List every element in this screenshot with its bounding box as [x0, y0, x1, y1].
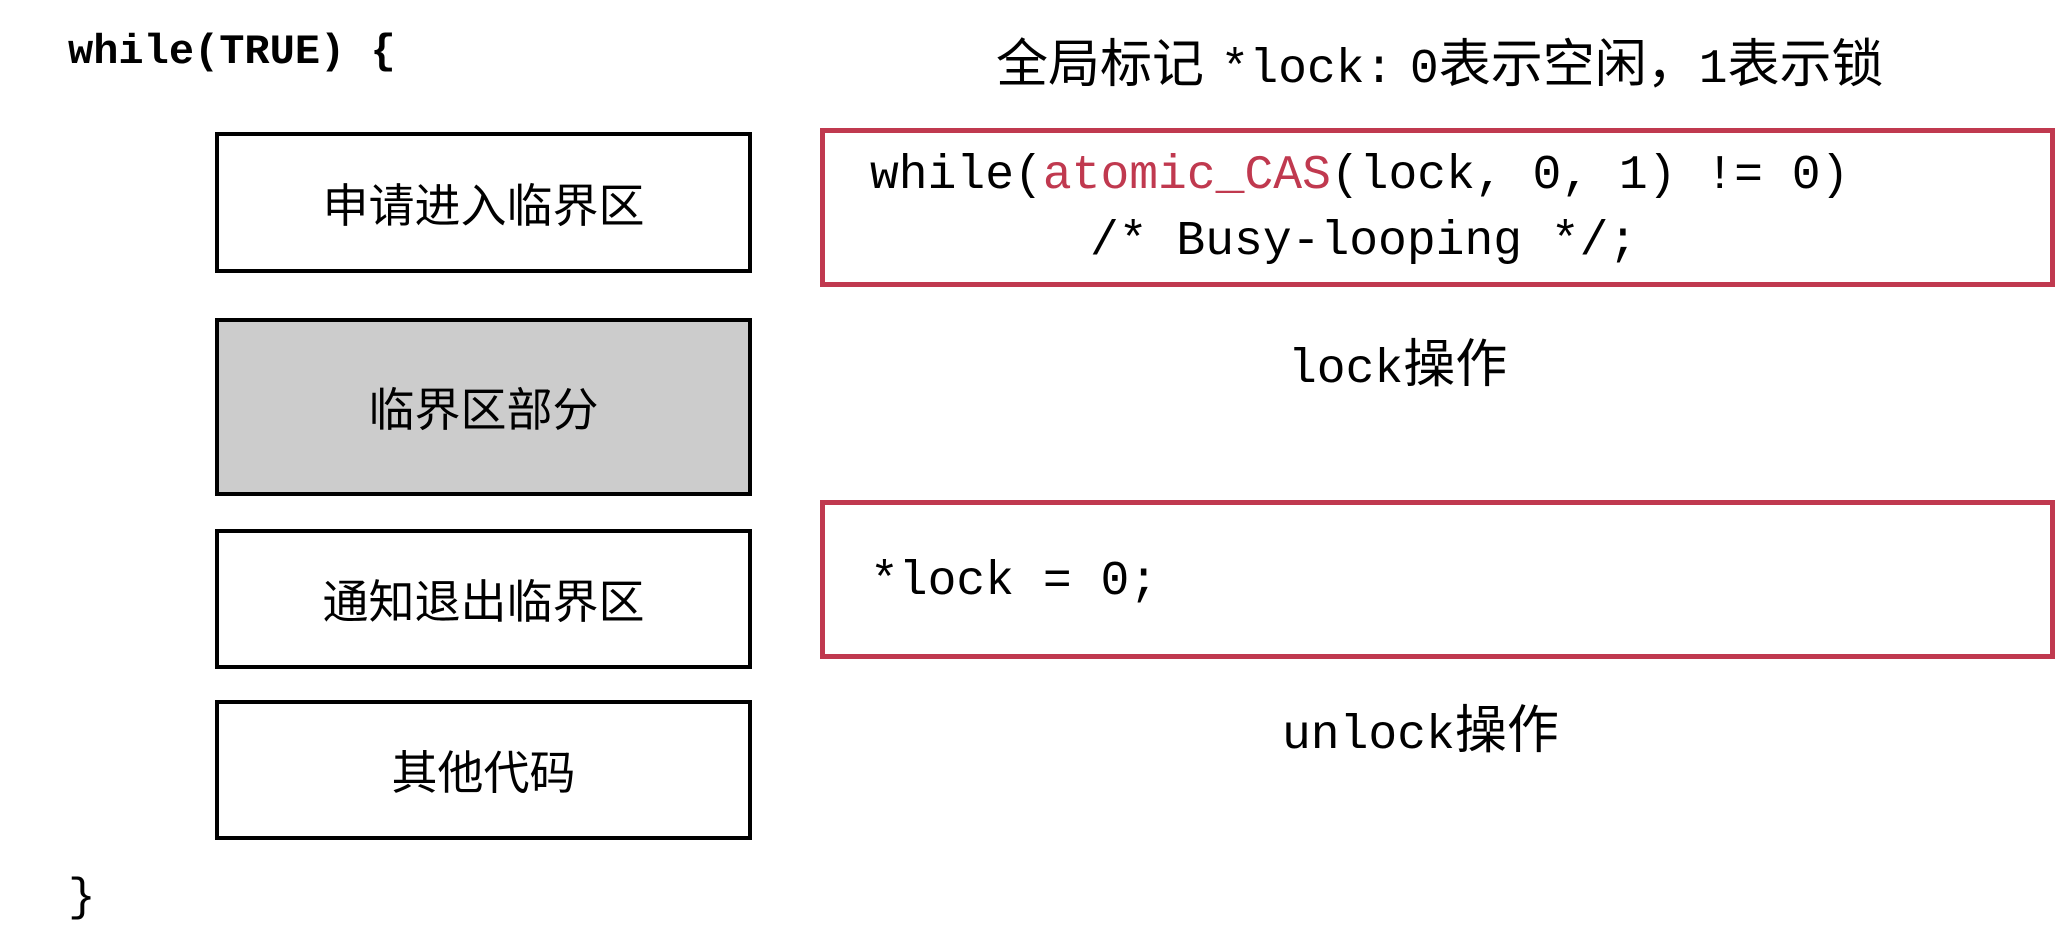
unlock-code-box: *lock = 0; — [820, 500, 2055, 659]
lock-operation-caption: lock操作 — [1288, 322, 1507, 397]
step-critical-section: 临界区部分 — [215, 318, 752, 496]
lock-code-box: while(atomic_CAS(lock, 0, 1) != 0) /* Bu… — [820, 128, 2055, 287]
step-label: 临界区部分 — [368, 383, 599, 437]
caption-text: 操作 — [1454, 701, 1559, 761]
title-one: 1 — [1698, 43, 1728, 97]
lock-code-line-2: /* Busy-looping */; — [1090, 215, 1638, 269]
code-atomic-cas: atomic_CAS — [1042, 149, 1331, 203]
caption-code: lock — [1288, 343, 1404, 397]
unlock-code-line: *lock = 0; — [870, 555, 1159, 609]
step-notify-exit-critical-section: 通知退出临界区 — [215, 529, 752, 669]
caption-text: 操作 — [1403, 335, 1508, 395]
step-label: 申请进入临界区 — [322, 178, 645, 233]
step-other-code: 其他代码 — [215, 700, 752, 840]
title-zero: 0 — [1409, 43, 1439, 97]
title-one-text: 表示锁 — [1727, 35, 1884, 95]
title-prefix: 全局标记 — [996, 35, 1205, 95]
while-loop-header: while(TRUE) { — [68, 28, 396, 76]
step-label: 其他代码 — [391, 746, 576, 800]
global-flag-title: 全局标记 *lock: 0表示空闲，1表示锁 — [996, 22, 1884, 97]
caption-code: unlock — [1282, 709, 1455, 763]
code-while: while( — [870, 149, 1043, 203]
step-label: 通知退出临界区 — [322, 575, 645, 629]
lock-code-line-1: while(atomic_CAS(lock, 0, 1) != 0) — [870, 149, 1849, 203]
title-code: *lock: — [1220, 43, 1394, 97]
unlock-operation-caption: unlock操作 — [1282, 688, 1559, 763]
step-request-enter-critical-section: 申请进入临界区 — [215, 132, 752, 273]
while-loop-close-brace: } — [68, 872, 96, 924]
title-zero-text: 表示空闲， — [1438, 35, 1699, 95]
code-args: (lock, 0, 1) != 0) — [1330, 149, 1850, 203]
